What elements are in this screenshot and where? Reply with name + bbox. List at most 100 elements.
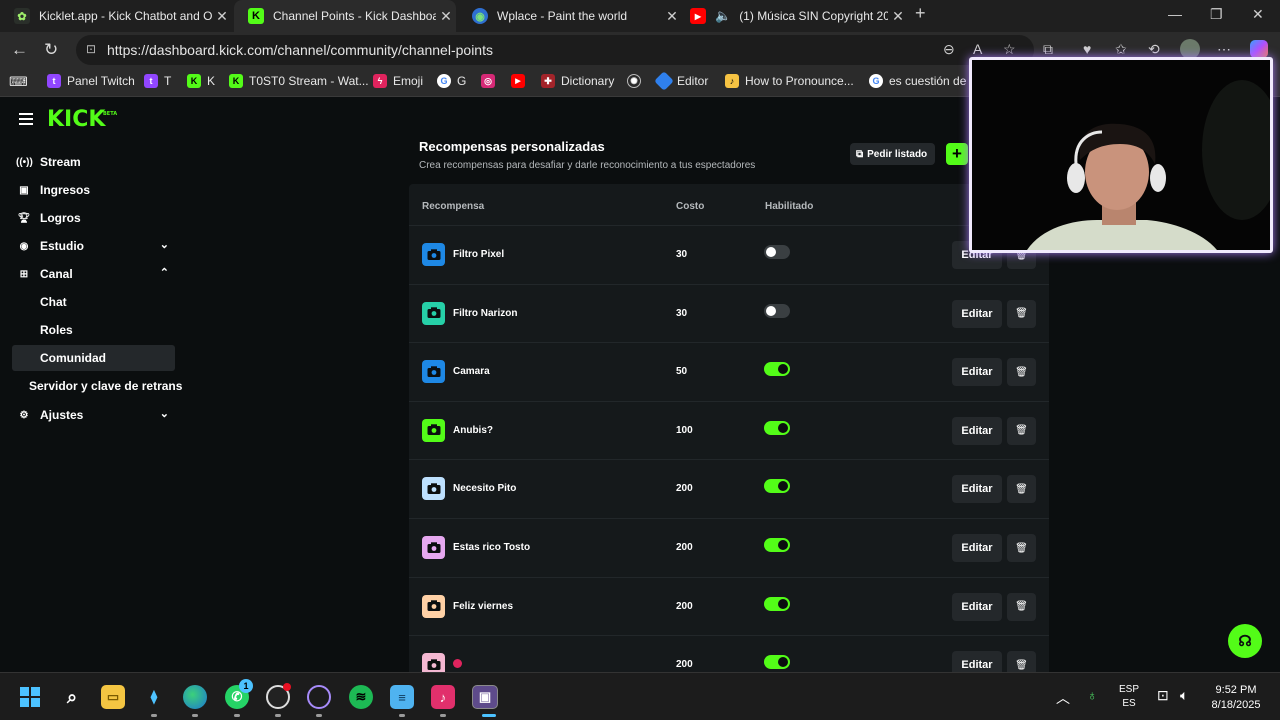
bookmark-emoji[interactable]: ϟ Emoji <box>373 74 423 88</box>
close-tab-icon[interactable]: ✕ <box>436 8 456 25</box>
bookmark-dictionary[interactable]: ✚ Dictionary <box>541 74 614 88</box>
delete-button[interactable]: 🗑︎ <box>1007 299 1036 328</box>
sidebar-item-ajustes[interactable]: ⚙ Ajustes ⌄ <box>12 402 175 428</box>
delete-button[interactable]: 🗑︎ <box>1007 358 1036 387</box>
close-tab-icon[interactable]: ✕ <box>662 8 682 25</box>
whatsapp-icon[interactable]: ✆ 1 <box>225 679 253 709</box>
enabled-toggle[interactable] <box>764 596 790 611</box>
edit-button[interactable]: Editar <box>952 475 1002 504</box>
bookmark-how-to-pronounce[interactable]: ♪ How to Pronounce... <box>725 74 854 88</box>
bookmark-t[interactable]: t T <box>144 74 171 88</box>
app-icon[interactable] <box>307 685 331 709</box>
sidebar-item-servidor[interactable]: Servidor y clave de retrans <box>12 373 182 399</box>
enabled-toggle[interactable] <box>764 655 790 670</box>
delete-button[interactable]: 🗑︎ <box>1007 651 1036 672</box>
tiktok-icon[interactable]: ♪ <box>431 685 455 709</box>
edit-button[interactable]: Editar <box>952 651 1002 672</box>
browser-tab-wplace[interactable]: ◉ Wplace - Paint the world ✕ <box>458 0 682 32</box>
tray-overflow-icon[interactable]: ︿ <box>1056 688 1070 708</box>
add-reward-button[interactable]: + <box>946 143 968 165</box>
enabled-toggle[interactable] <box>764 245 790 259</box>
kick-logo[interactable]: KICK BETA <box>47 107 117 132</box>
bookmark-chatgpt[interactable]: ✺ <box>627 74 647 88</box>
sidebar-item-stream[interactable]: ((•)) Stream <box>12 149 175 175</box>
read-aloud-icon[interactable]: A <box>973 41 982 57</box>
sidebar-item-estudio[interactable]: ◉ Estudio ⌄ <box>12 233 175 259</box>
extensions-icon[interactable]: ⧉ <box>1043 41 1053 58</box>
bookmark-youtube[interactable]: ▶ <box>511 74 531 88</box>
history-icon[interactable]: ⟲ <box>1148 41 1160 58</box>
kick-icon: K <box>248 8 264 24</box>
language-indicator[interactable]: ESP ES <box>1115 684 1143 709</box>
delete-button[interactable]: 🗑︎ <box>1007 592 1036 621</box>
sidebar-item-ingresos[interactable]: ▣ Ingresos <box>12 177 175 203</box>
spotify-icon[interactable]: ≋ <box>349 685 373 709</box>
volume-icon[interactable]: 🔈︎ <box>1180 687 1188 704</box>
sidebar-item-comunidad[interactable]: Comunidad <box>12 345 175 371</box>
sidebar-item-canal[interactable]: ⊞ Canal ⌃ <box>12 261 175 287</box>
close-window-icon[interactable]: ✕ <box>1252 6 1264 23</box>
emoji-glyph <box>453 659 462 669</box>
delete-button[interactable]: 🗑︎ <box>1007 475 1036 504</box>
enabled-toggle[interactable] <box>764 420 790 435</box>
zoom-icon[interactable]: ⊖ <box>943 41 955 58</box>
bookmark-google[interactable]: G G <box>437 74 466 88</box>
bookmark-tosto-stream[interactable]: K T0ST0 Stream - Wat... <box>229 74 369 88</box>
copilot-icon[interactable] <box>1250 40 1268 58</box>
search-icon[interactable]: ⌕ <box>60 685 84 709</box>
enabled-toggle[interactable] <box>764 303 790 318</box>
edit-button[interactable]: Editar <box>952 358 1002 387</box>
browser-tab-channel-points[interactable]: K Channel Points - Kick Dashboard ✕ <box>234 0 456 32</box>
back-icon[interactable]: ← <box>11 40 28 60</box>
start-icon[interactable] <box>18 685 42 709</box>
bookmark-k[interactable]: K K <box>187 74 215 88</box>
delete-button[interactable]: 🗑︎ <box>1007 534 1036 562</box>
edit-button[interactable]: Editar <box>952 592 1002 621</box>
twitch-icon: t <box>47 74 61 88</box>
clock[interactable]: 9:52 PM 8/18/2025 <box>1204 684 1268 711</box>
close-tab-icon[interactable]: ✕ <box>888 8 908 25</box>
kick-studio-icon[interactable]: ▣ <box>472 685 498 709</box>
enabled-toggle[interactable] <box>764 538 790 552</box>
edit-button[interactable]: Editar <box>952 534 1002 562</box>
enabled-toggle[interactable] <box>764 479 790 494</box>
microphone-icon[interactable]: ♁ <box>1087 687 1098 703</box>
sidebar-item-chat[interactable]: Chat <box>12 289 175 315</box>
more-options-icon[interactable]: ⋯ <box>1217 41 1231 58</box>
obs-icon[interactable] <box>266 683 291 709</box>
favorite-star-icon[interactable]: ☆ <box>1003 41 1016 58</box>
bookmark-instagram[interactable]: ◎ <box>481 74 501 88</box>
edit-button[interactable]: Editar <box>952 299 1002 328</box>
browser-tab-kicklet[interactable]: ✿ Kicklet.app - Kick Chatbot and Ov ✕ <box>0 0 232 32</box>
address-bar[interactable]: ⊡ https://dashboard.kick.com/channel/com… <box>76 35 1034 65</box>
delete-button[interactable]: 🗑︎ <box>1007 416 1036 445</box>
vs-code-icon[interactable]: ⧫ <box>142 685 166 709</box>
refresh-icon[interactable]: ↻ <box>44 40 58 60</box>
sidebar-item-logros[interactable]: 🏆︎ Logros <box>12 205 175 231</box>
file-explorer-icon[interactable]: ▭ <box>101 685 125 709</box>
favorites-icon[interactable]: ✩ <box>1115 41 1127 58</box>
browser-tab-youtube[interactable]: ▶ 🔈 (1) Música SIN Copyright 20 ✕ <box>684 0 908 32</box>
enabled-toggle[interactable] <box>764 362 790 377</box>
request-list-button[interactable]: ⧉ Pedir listado <box>850 143 936 165</box>
minimize-icon[interactable]: — <box>1168 6 1182 22</box>
bookmark-editor[interactable]: Editor <box>654 71 708 91</box>
network-icon[interactable]: ⊡ <box>1157 687 1169 704</box>
bookmark-es-cuestion[interactable]: G es cuestión de t <box>869 74 973 88</box>
edge-icon[interactable] <box>183 685 207 709</box>
reward-cost: 200 <box>676 659 693 671</box>
notepad-icon[interactable]: ≡ <box>390 685 414 709</box>
support-chat-button[interactable]: ☊ <box>1228 624 1262 658</box>
restore-icon[interactable]: ❐ <box>1210 6 1223 23</box>
site-info-icon[interactable]: ⊡ <box>86 42 96 56</box>
bookmark-panel-twitch[interactable]: t Panel Twitch <box>47 74 135 88</box>
bookmarks-toggle-icon[interactable]: ⌨ <box>9 74 28 90</box>
browser-essentials-icon[interactable]: ♥ <box>1083 41 1091 57</box>
sidebar-item-roles[interactable]: Roles <box>12 317 175 343</box>
menu-icon[interactable] <box>19 113 33 128</box>
new-tab-icon[interactable]: + <box>915 3 926 24</box>
speaker-icon[interactable]: 🔈 <box>715 8 731 24</box>
profile-avatar[interactable] <box>1180 39 1200 59</box>
edit-button[interactable]: Editar <box>952 416 1002 445</box>
close-tab-icon[interactable]: ✕ <box>212 8 232 25</box>
